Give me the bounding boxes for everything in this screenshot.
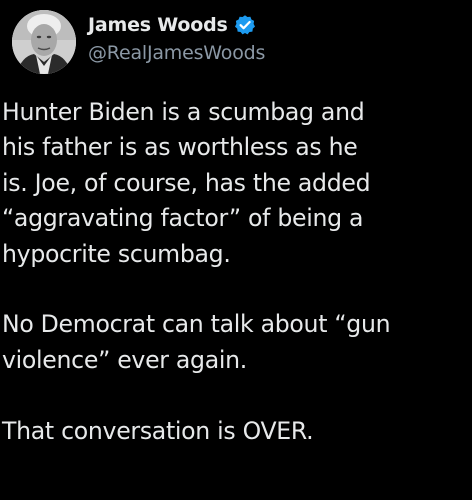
tweet-header: James Woods @RealJamesWoods — [88, 10, 265, 64]
author-handle[interactable]: @RealJamesWoods — [88, 42, 265, 64]
tweet-line: hypocrite scumbag. — [2, 239, 231, 268]
tweet-line: “aggravating factor” of being a — [2, 204, 364, 233]
name-row: James Woods — [88, 10, 265, 40]
author-avatar[interactable] — [12, 10, 76, 74]
tweet-line: his father is as worthless as he — [2, 133, 358, 162]
tweet-line: is. Joe, of course, has the added — [2, 168, 371, 197]
tweet-text: Hunter Biden is a scumbag and his father… — [2, 95, 470, 449]
tweet-line: Hunter Biden is a scumbag and — [2, 98, 365, 126]
portrait-avatar — [12, 10, 76, 74]
display-name[interactable]: James Woods — [88, 14, 228, 36]
tweet-line: No Democrat can talk about “gun — [2, 310, 391, 339]
verified-badge-icon — [234, 14, 256, 36]
tweet-line: violence” ever again. — [2, 345, 247, 374]
tweet-line: That conversation is OVER. — [2, 416, 314, 445]
tweet-card: James Woods @RealJamesWoods Hunter Biden… — [0, 0, 472, 500]
